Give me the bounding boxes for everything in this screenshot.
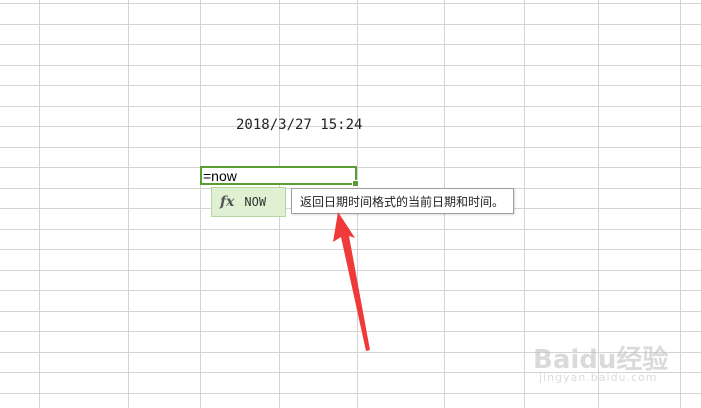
column-gridline	[128, 0, 129, 408]
row-gridline	[0, 106, 701, 107]
row-gridline	[0, 290, 701, 291]
row-gridline	[0, 85, 701, 86]
date-cell-value[interactable]: 2018/3/27 15:24	[236, 117, 362, 133]
function-name: NOW	[244, 195, 267, 209]
row-gridline	[0, 270, 701, 271]
column-gridline	[598, 0, 599, 408]
column-gridline	[200, 0, 201, 408]
function-tooltip: 返回日期时间格式的当前日期和时间。	[291, 188, 514, 214]
row-gridline	[0, 249, 701, 250]
row-gridline	[0, 24, 701, 25]
row-gridline	[0, 65, 701, 66]
row-gridline	[0, 3, 701, 4]
column-gridline	[680, 0, 681, 408]
fill-handle[interactable]	[352, 180, 359, 187]
row-gridline	[0, 311, 701, 312]
tooltip-text: 返回日期时间格式的当前日期和时间。	[300, 194, 505, 209]
row-gridline	[0, 393, 701, 394]
row-gridline	[0, 44, 701, 45]
column-gridline	[39, 0, 40, 408]
row-gridline	[0, 372, 701, 373]
row-gridline	[0, 352, 701, 353]
column-gridline	[524, 0, 525, 408]
fx-icon: fx	[220, 194, 235, 210]
row-gridline	[0, 147, 701, 148]
function-autocomplete-item[interactable]: fx NOW	[211, 187, 286, 217]
row-gridline	[0, 229, 701, 230]
cell-formula-input[interactable]: =now	[203, 168, 237, 184]
row-gridline	[0, 331, 701, 332]
